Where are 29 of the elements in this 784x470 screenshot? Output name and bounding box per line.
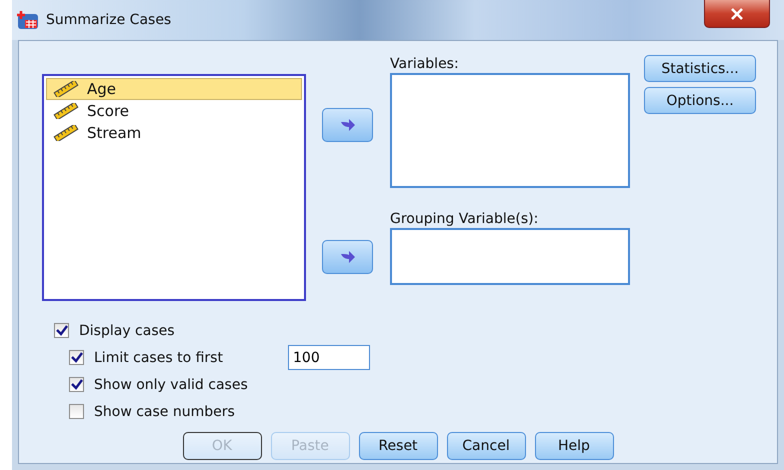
list-label: Grouping Variable(s): [390,210,540,228]
dialog-button[interactable]: Help [534,432,614,460]
target-list[interactable] [390,73,630,188]
list-label: Variables: [390,55,460,73]
checkbox[interactable] [54,323,69,338]
dialog-button[interactable]: Reset [358,432,438,460]
variable-item[interactable]: Stream [46,122,302,144]
checkbox[interactable] [69,350,84,365]
number-field[interactable]: 100 [288,345,370,370]
move-button[interactable] [322,108,373,142]
checkbox-label: Show only valid cases [94,376,249,392]
move-button[interactable] [322,240,373,274]
checkbox-label: Show case numbers [94,404,236,420]
table-icon [16,9,40,31]
dialog-button[interactable]: Cancel [446,432,526,460]
checkbox-label: Limit cases to first [94,350,224,366]
window-title: Summarize Cases [46,12,172,28]
checkbox-label: Display cases [79,322,176,338]
close-icon [730,8,744,20]
checkbox[interactable] [69,377,84,392]
variable-item[interactable]: Score [46,100,302,122]
dialog-button[interactable]: Statistics... [644,55,756,82]
target-list[interactable] [390,228,630,285]
dialog-button[interactable]: Options... [644,87,756,114]
arrow-icon [340,251,356,263]
variable-item[interactable]: Age [46,78,302,100]
close-button[interactable] [704,0,770,28]
checkbox[interactable] [69,404,84,419]
arrow-icon [340,119,356,131]
